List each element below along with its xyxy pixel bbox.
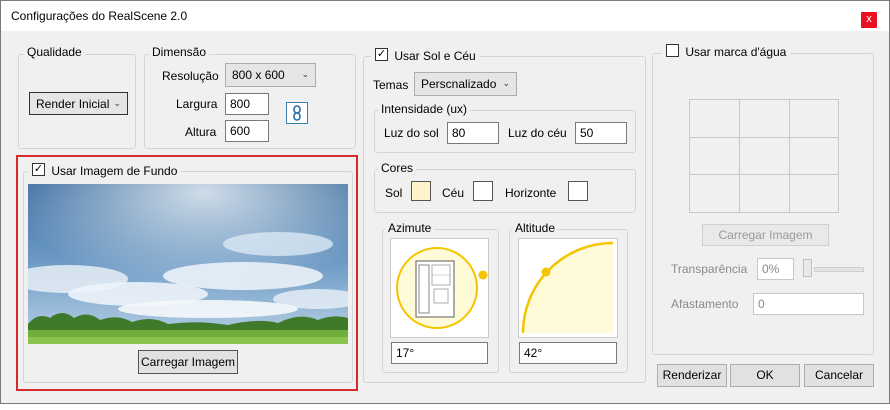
quality-select[interactable]: Render Inicial ⌄	[29, 92, 128, 115]
aspect-lock-button[interactable]	[286, 102, 308, 124]
load-background-button[interactable]: Carregar Imagem	[138, 350, 238, 374]
sky-landscape-picture	[28, 184, 348, 344]
dimensao-legend: Dimensão	[149, 45, 210, 59]
title-bar: Configurações do RealScene 2.0 x	[1, 1, 889, 31]
luz-ceu-label: Luz do céu	[508, 126, 567, 140]
use-watermark-checkbox[interactable]	[666, 44, 679, 58]
background-preview-image	[28, 184, 348, 344]
resolution-select-value: 800 x 600	[232, 68, 285, 82]
azimute-legend: Azimute	[385, 221, 435, 235]
use-sun-sky-label: Usar Sol e Céu	[394, 48, 476, 63]
azimuth-dial[interactable]	[390, 238, 489, 338]
altitude-dial[interactable]	[518, 238, 618, 338]
horizon-color-swatch[interactable]	[568, 181, 588, 201]
altitude-arc-graphic	[521, 241, 614, 334]
settings-dialog: Configurações do RealScene 2.0 x Qualida…	[0, 0, 890, 404]
height-input[interactable]: 600	[225, 120, 269, 142]
grid-divider	[789, 100, 790, 212]
qualidade-legend: Qualidade	[24, 45, 85, 59]
cor-ceu-label: Céu	[442, 186, 465, 200]
altura-label: Altura	[185, 125, 217, 139]
resolution-select[interactable]: 800 x 600 ⌄	[225, 63, 316, 87]
use-background-label: Usar Imagem de Fundo	[51, 163, 178, 178]
render-button[interactable]: Renderizar	[657, 364, 727, 387]
largura-label: Largura	[176, 97, 218, 111]
temas-label: Temas	[373, 78, 409, 92]
intensidade-legend: Intensidade (ux)	[378, 102, 471, 116]
resolucao-label: Resolução	[162, 69, 219, 83]
azimuth-input[interactable]: 17°	[391, 342, 488, 364]
transparency-input[interactable]: 0%	[757, 258, 794, 280]
sol-ceu-legend: ✓ Usar Sol e Céu	[371, 48, 480, 64]
window-title: Configurações do RealScene 2.0	[11, 9, 188, 23]
transparency-slider[interactable]	[802, 257, 864, 281]
cores-legend: Cores	[378, 161, 417, 175]
close-button[interactable]: x	[861, 12, 877, 28]
quality-select-value: Render Inicial	[36, 97, 110, 111]
altitude-input[interactable]: 42°	[519, 342, 617, 364]
offset-input[interactable]: 0	[753, 293, 864, 315]
slider-thumb[interactable]	[803, 259, 812, 277]
sun-light-input[interactable]: 80	[447, 122, 499, 144]
ok-button[interactable]: OK	[730, 364, 800, 387]
cor-horizonte-label: Horizonte	[505, 186, 557, 200]
use-background-checkbox[interactable]: ✓	[32, 163, 45, 177]
width-input[interactable]: 800	[225, 93, 269, 115]
marca-legend: Usar marca d'água	[662, 44, 791, 60]
theme-select-value: Perscnalizado	[421, 77, 497, 91]
use-watermark-label: Usar marca d'água	[685, 44, 787, 59]
altitude-legend: Altitude	[512, 221, 559, 235]
sky-color-swatch[interactable]	[473, 181, 493, 201]
chevron-down-icon: ⌄	[113, 98, 121, 108]
theme-select[interactable]: Perscnalizado ⌄	[414, 72, 517, 96]
grid-divider	[690, 137, 838, 138]
sky-light-input[interactable]: 50	[575, 122, 627, 144]
chevron-down-icon: ⌄	[301, 69, 309, 79]
use-sun-sky-checkbox[interactable]: ✓	[375, 48, 388, 62]
cor-sol-label: Sol	[385, 186, 403, 200]
azimuth-compass-graphic	[396, 247, 488, 329]
cancel-button[interactable]: Cancelar	[804, 364, 874, 387]
grid-divider	[739, 100, 740, 212]
slider-track	[814, 267, 864, 272]
fundo-legend: ✓ Usar Imagem de Fundo	[28, 163, 182, 179]
chevron-down-icon: ⌄	[502, 78, 510, 88]
sun-color-swatch[interactable]	[411, 181, 431, 201]
chain-link-icon	[293, 105, 301, 121]
grid-divider	[690, 174, 838, 175]
transparencia-label: Transparência	[671, 262, 748, 276]
luz-sol-label: Luz do sol	[384, 126, 439, 140]
load-watermark-button[interactable]: Carregar Imagem	[702, 224, 829, 246]
watermark-position-grid[interactable]	[689, 99, 839, 213]
afastamento-label: Afastamento	[671, 297, 739, 311]
